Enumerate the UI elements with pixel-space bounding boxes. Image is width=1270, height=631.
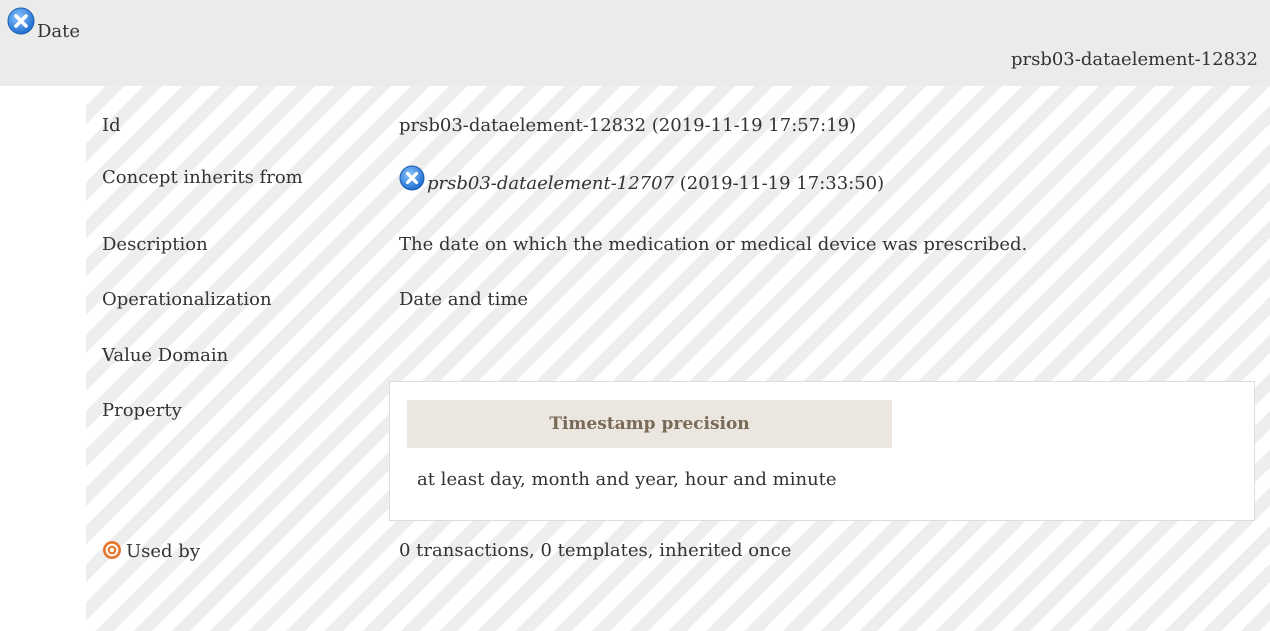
- inherits-link[interactable]: prsb03-dataelement-12707: [427, 173, 674, 194]
- operationalization-value: Date and time: [399, 289, 529, 310]
- operationalization-label: Operationalization: [102, 289, 272, 310]
- id-label: Id: [102, 115, 121, 136]
- description-label: Description: [102, 234, 208, 255]
- inherits-label: Concept inherits from: [102, 167, 303, 188]
- property-value: at least day, month and year, hour and m…: [417, 469, 837, 490]
- inherits-value: prsb03-dataelement-12707 (2019-11-19 17:…: [399, 165, 884, 195]
- concept-item-icon: [7, 7, 35, 35]
- property-label: Property: [102, 400, 182, 421]
- used-by-label: Used by: [102, 540, 200, 563]
- value-domain-label: Value Domain: [102, 345, 229, 366]
- concept-title: Date: [37, 21, 81, 42]
- concept-detail-panel: Id prsb03-dataelement-12832 (2019-11-19 …: [86, 86, 1270, 631]
- used-by-text: Used by: [126, 541, 200, 562]
- property-heading: Timestamp precision: [407, 400, 892, 448]
- concept-id-label: prsb03-dataelement-12832: [1010, 49, 1258, 70]
- used-by-value: 0 transactions, 0 templates, inherited o…: [399, 540, 792, 561]
- concept-header: Date prsb03-dataelement-12832: [0, 0, 1270, 86]
- id-value: prsb03-dataelement-12832 (2019-11-19 17:…: [399, 115, 857, 136]
- target-icon: [103, 541, 121, 559]
- inherits-date: (2019-11-19 17:33:50): [674, 173, 885, 194]
- description-value: The date on which the medication or medi…: [399, 234, 1028, 255]
- concept-item-icon: [399, 165, 425, 191]
- property-box: Timestamp precision at least day, month …: [389, 381, 1255, 521]
